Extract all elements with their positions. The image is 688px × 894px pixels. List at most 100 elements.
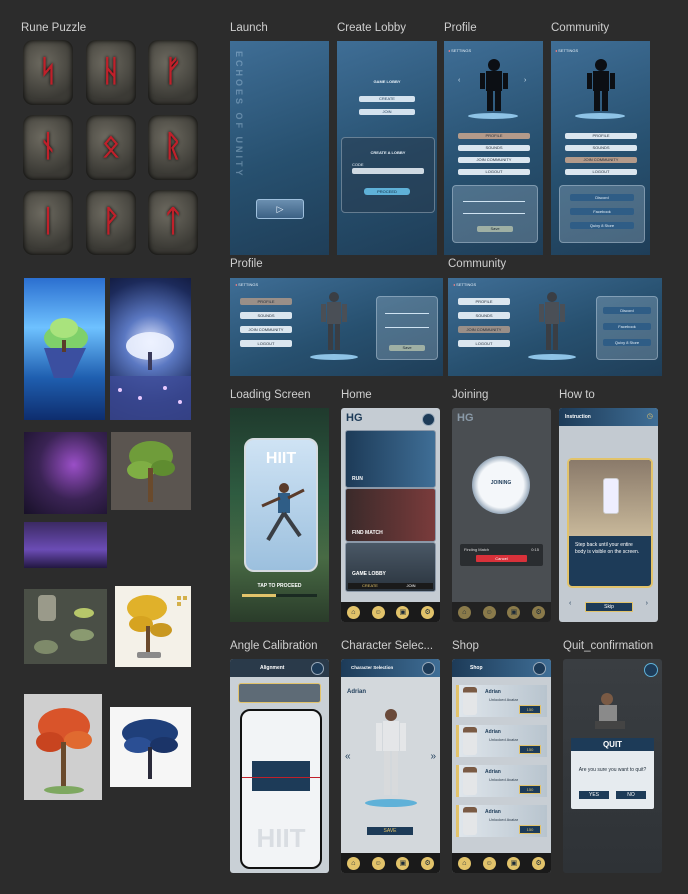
joining-settings-icon[interactable]: ⚙ bbox=[532, 605, 546, 619]
facebook-link[interactable]: Facebook bbox=[570, 208, 634, 215]
rocks-moss-art[interactable] bbox=[24, 589, 107, 664]
landscape-menu-profile[interactable]: PROFILE bbox=[240, 298, 292, 305]
rune-tile[interactable]: ᚱ bbox=[148, 115, 198, 180]
howto-prev-icon[interactable]: ‹ bbox=[569, 600, 571, 607]
avatar-nav-icon[interactable]: ☺ bbox=[371, 605, 385, 619]
label-launch: Launch bbox=[230, 22, 268, 34]
cl-menu-logout[interactable]: LOGOUT bbox=[458, 340, 510, 347]
prev-arrow-icon[interactable]: ‹ bbox=[458, 77, 460, 84]
code-input[interactable] bbox=[352, 168, 424, 174]
create-button[interactable]: CREATE bbox=[359, 96, 415, 102]
profile-menu-sounds[interactable]: SOUNDS bbox=[458, 145, 530, 151]
community-menu-logout[interactable]: LOGOUT bbox=[565, 169, 637, 175]
cl-menu-sounds[interactable]: SOUNDS bbox=[458, 312, 510, 319]
green-tree-art[interactable] bbox=[111, 432, 191, 510]
cl-menu-profile[interactable]: PROFILE bbox=[458, 298, 510, 305]
lobby-join-button[interactable]: JOIN bbox=[389, 583, 433, 589]
community-menu-profile[interactable]: PROFILE bbox=[565, 133, 637, 139]
joining-home-icon[interactable]: ⌂ bbox=[457, 605, 471, 619]
shop-settings-icon[interactable]: ⚙ bbox=[532, 856, 546, 870]
email-field[interactable] bbox=[463, 208, 525, 214]
calibration-profile-icon[interactable] bbox=[311, 662, 324, 675]
cl-store-link[interactable]: Quixy 8 Store bbox=[603, 339, 651, 346]
profile-menu-logout[interactable]: LOGOUT bbox=[458, 169, 530, 175]
play-button[interactable]: ▷ bbox=[256, 199, 304, 219]
shop-nav-icon[interactable]: ▣ bbox=[396, 605, 410, 619]
store-link[interactable]: Quixy 8 Store bbox=[570, 222, 634, 229]
settings-nav-icon[interactable]: ⚙ bbox=[421, 605, 435, 619]
find-match-card[interactable]: FIND MATCH bbox=[345, 488, 436, 542]
shop-item-row[interactable]: Adrian Unlocked Avatar 150 bbox=[456, 765, 547, 797]
save-button[interactable]: Save bbox=[477, 226, 513, 232]
character-avatar-icon[interactable]: ☺ bbox=[371, 856, 385, 870]
shop-avatar-icon[interactable]: ☺ bbox=[482, 856, 496, 870]
quit-no-button[interactable]: NO bbox=[616, 791, 646, 799]
red-tree-art[interactable] bbox=[24, 694, 102, 800]
rune-tile[interactable]: ᚹ bbox=[86, 190, 136, 255]
profile-menu-community[interactable]: JOIN COMMUNITY bbox=[458, 157, 530, 163]
community-menu-sounds[interactable]: SOUNDS bbox=[565, 145, 637, 151]
rune-tile[interactable]: ᛋ bbox=[23, 40, 73, 105]
rune-tile[interactable]: ᛁ bbox=[23, 190, 73, 255]
shop-item-price-button[interactable]: 150 bbox=[519, 705, 541, 714]
cancel-button[interactable]: Cancel bbox=[476, 555, 527, 562]
rune-tile[interactable]: ᚺ bbox=[86, 40, 136, 105]
name-field[interactable] bbox=[463, 196, 525, 202]
bonsai-art[interactable] bbox=[115, 586, 191, 667]
cl-menu-community[interactable]: JOIN COMMUNITY bbox=[458, 326, 510, 333]
next-arrow-icon[interactable]: › bbox=[524, 77, 526, 84]
community-menu-community[interactable]: JOIN COMMUNITY bbox=[565, 157, 637, 163]
shop-shop-icon[interactable]: ▣ bbox=[507, 856, 521, 870]
glowing-tree-art[interactable] bbox=[110, 278, 191, 420]
rune-tile[interactable]: ᚠ bbox=[148, 40, 198, 105]
joining-avatar-icon[interactable]: ☺ bbox=[482, 605, 496, 619]
lobby-create-button[interactable]: CREATE bbox=[348, 583, 392, 589]
character-next-icon[interactable]: » bbox=[430, 751, 436, 762]
crystal-field-art[interactable] bbox=[24, 522, 107, 568]
rune-tile[interactable]: ᚾ bbox=[23, 115, 73, 180]
character-settings-icon[interactable]: ⚙ bbox=[421, 856, 435, 870]
character-shop-icon[interactable]: ▣ bbox=[396, 856, 410, 870]
purple-cave-art[interactable] bbox=[24, 432, 107, 514]
profile-menu-profile[interactable]: PROFILE bbox=[458, 133, 530, 139]
shop-item-row[interactable]: Adrian Unlocked Avatar 150 bbox=[456, 685, 547, 717]
home-nav-icon[interactable]: ⌂ bbox=[346, 605, 360, 619]
cl-discord-link[interactable]: Discord bbox=[603, 307, 651, 314]
quit-yes-button[interactable]: YES bbox=[579, 791, 609, 799]
character-prev-icon[interactable]: « bbox=[345, 751, 351, 762]
shop-item-price-button[interactable]: 150 bbox=[519, 825, 541, 834]
tap-to-proceed[interactable]: TAP TO PROCEED bbox=[230, 583, 329, 589]
shop-item-row[interactable]: Adrian Unlocked Avatar 150 bbox=[456, 725, 547, 757]
community-landscape-settings-label: SETTINGS bbox=[456, 282, 477, 287]
skip-button[interactable]: Skip bbox=[585, 602, 633, 612]
cl-facebook-link[interactable]: Facebook bbox=[603, 323, 651, 330]
shop-item-price-button[interactable]: 150 bbox=[519, 745, 541, 754]
landscape-name-field[interactable] bbox=[385, 309, 429, 314]
landscape-save-button[interactable]: Save bbox=[389, 345, 425, 351]
shop-item-price-button[interactable]: 150 bbox=[519, 785, 541, 794]
run-card[interactable]: RUN bbox=[345, 430, 436, 488]
joining-shop-icon[interactable]: ▣ bbox=[507, 605, 521, 619]
landscape-menu-sounds[interactable]: SOUNDS bbox=[240, 312, 292, 319]
discord-link[interactable]: Discord bbox=[570, 194, 634, 201]
shop-home-icon[interactable]: ⌂ bbox=[457, 856, 471, 870]
landscape-email-field[interactable] bbox=[385, 323, 429, 328]
join-button[interactable]: JOIN bbox=[359, 109, 415, 115]
profile-icon[interactable] bbox=[422, 413, 435, 426]
shop-item-row[interactable]: Adrian Unlocked Avatar 150 bbox=[456, 805, 547, 837]
rune-tile[interactable]: ᛏ bbox=[148, 190, 198, 255]
rune-tile[interactable]: ᛟ bbox=[86, 115, 136, 180]
landscape-menu-logout[interactable]: LOGOUT bbox=[240, 340, 292, 347]
landscape-menu-community[interactable]: JOIN COMMUNITY bbox=[240, 326, 292, 333]
howto-next-icon[interactable]: › bbox=[646, 600, 648, 607]
character-profile-icon[interactable] bbox=[422, 662, 435, 675]
blue-tree-art[interactable] bbox=[110, 707, 191, 787]
floating-island-art[interactable] bbox=[24, 278, 105, 420]
quit-close-icon[interactable] bbox=[644, 663, 658, 677]
character-home-icon[interactable]: ⌂ bbox=[346, 856, 360, 870]
shop-profile-icon[interactable] bbox=[533, 662, 546, 675]
game-lobby-card[interactable]: GAME LOBBY CREATE JOIN bbox=[345, 542, 436, 592]
character-save-button[interactable]: SAVE bbox=[367, 827, 413, 835]
proceed-button[interactable]: PROCEED bbox=[364, 188, 410, 195]
timer-icon[interactable]: ◷ bbox=[647, 412, 653, 420]
